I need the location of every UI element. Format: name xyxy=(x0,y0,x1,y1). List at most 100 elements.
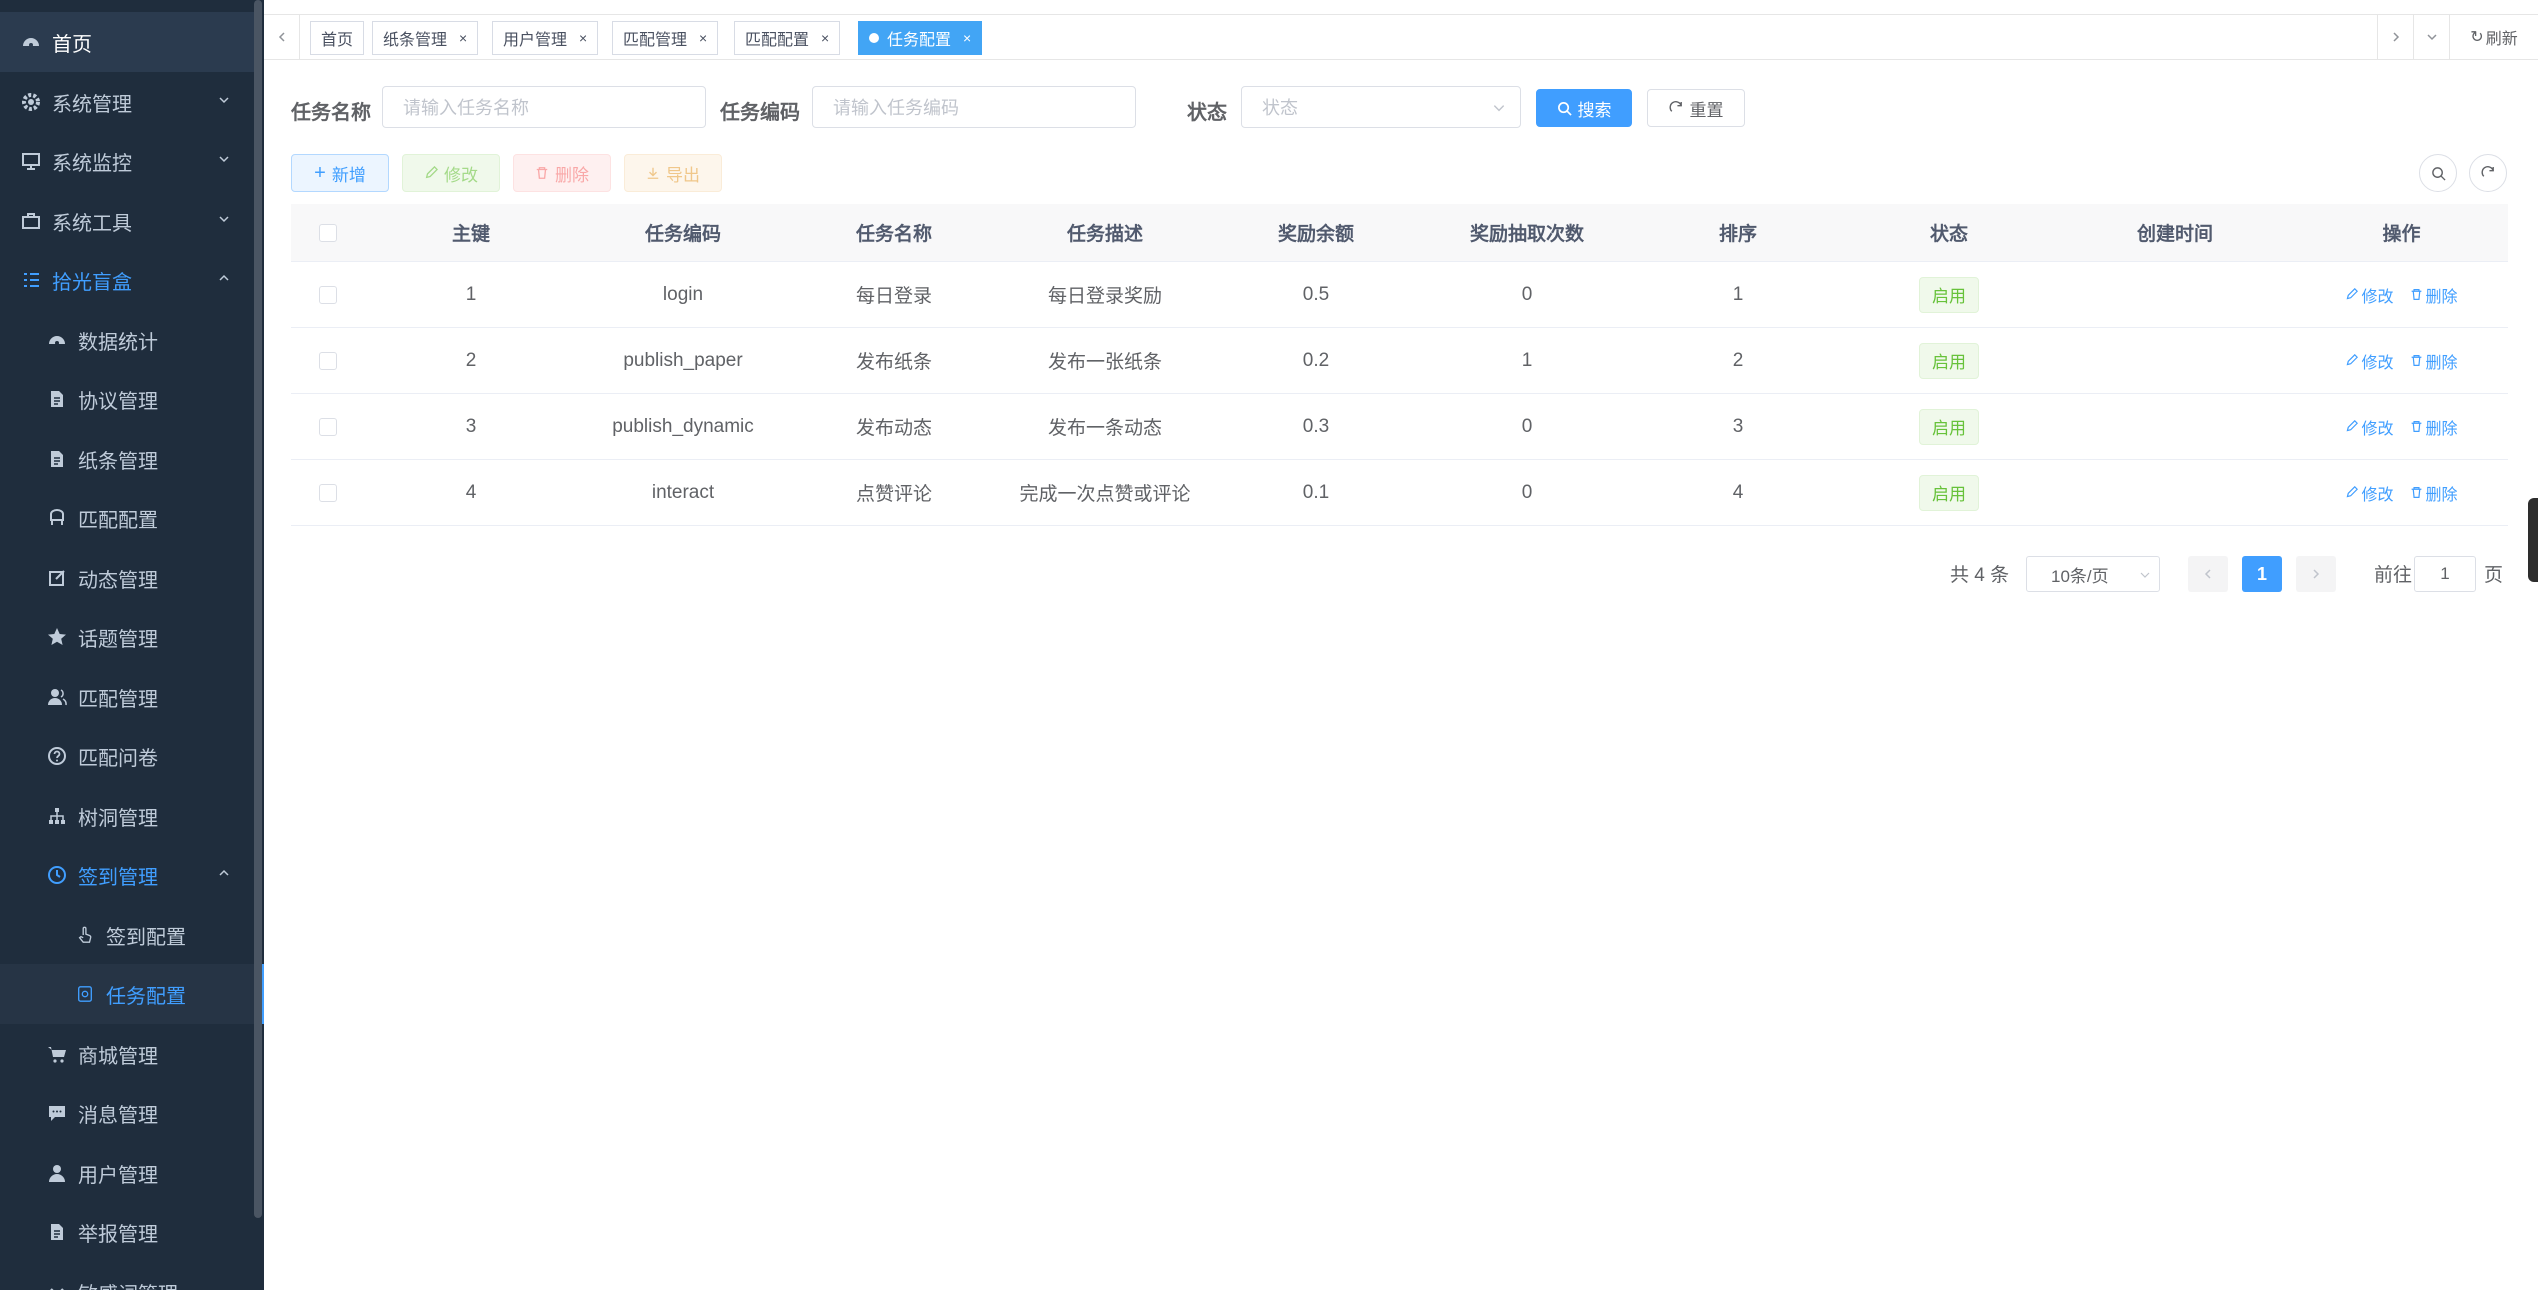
sidebar-item-signin[interactable]: 签到管理 xyxy=(0,845,256,905)
next-page-button[interactable] xyxy=(2296,556,2336,592)
page-number-current[interactable]: 1 xyxy=(2242,556,2282,592)
monitor-icon xyxy=(20,150,42,172)
tags-scroll-right[interactable] xyxy=(2377,15,2413,59)
task-code-input[interactable]: 请输入任务编码 xyxy=(812,86,1136,128)
row-delete-link[interactable]: 删除 xyxy=(2410,481,2458,505)
sidebar-item-dynamic[interactable]: 动态管理 xyxy=(0,548,256,608)
sidebar-item-match-config[interactable]: 匹配配置 xyxy=(0,488,256,548)
column-header[interactable]: 状态 xyxy=(1843,204,2055,261)
status-select[interactable]: 状态 xyxy=(1241,86,1521,128)
delete-button[interactable]: 删除 xyxy=(513,154,611,192)
row-edit-label: 修改 xyxy=(2361,486,2394,504)
search-button[interactable]: 搜索 xyxy=(1536,89,1632,127)
sidebar-item-label: 拾光盲盒 xyxy=(52,271,132,294)
column-header[interactable]: 任务编码 xyxy=(577,204,789,261)
tag-task-config[interactable]: 任务配置 × xyxy=(858,21,983,55)
row-delete-link[interactable]: 删除 xyxy=(2410,283,2458,307)
close-icon[interactable]: × xyxy=(821,30,829,46)
column-header[interactable]: 任务名称 xyxy=(789,204,999,261)
cell-actions: 修改 删除 xyxy=(2295,328,2508,393)
refresh-table-button[interactable] xyxy=(2469,154,2507,192)
row-checkbox[interactable] xyxy=(319,351,337,370)
sidebar-item-blindbox[interactable]: 拾光盲盒 xyxy=(0,250,256,310)
sidebar-item-signin-config[interactable]: 签到配置 xyxy=(0,905,256,965)
gear-icon xyxy=(20,91,42,113)
sidebar-item-tools[interactable]: 系统工具 xyxy=(0,191,256,251)
sidebar-item-sensitive-words[interactable]: 敏感词管理 xyxy=(0,1262,256,1290)
tag-paper[interactable]: 纸条管理 × xyxy=(372,21,479,55)
add-button[interactable]: + 新增 xyxy=(291,154,389,192)
cell-code: publish_dynamic xyxy=(612,415,754,437)
table-row[interactable]: 1 login 每日登录 每日登录奖励 0.5 0 1 启用 修改 删除 xyxy=(291,262,2508,328)
add-button-label: 新增 xyxy=(331,165,366,185)
close-icon[interactable]: × xyxy=(963,30,971,46)
cell-code: login xyxy=(662,283,704,305)
sidebar-item-statistics[interactable]: 数据统计 xyxy=(0,310,256,370)
column-header[interactable]: 主键 xyxy=(365,204,577,261)
sidebar-item-label: 树洞管理 xyxy=(78,807,158,830)
column-header[interactable]: 奖励余额 xyxy=(1211,204,1421,261)
sidebar-item-topic[interactable]: 话题管理 xyxy=(0,607,256,667)
row-checkbox[interactable] xyxy=(319,285,337,304)
close-icon[interactable]: × xyxy=(699,30,707,46)
cart-icon xyxy=(46,1043,68,1065)
export-button[interactable]: 导出 xyxy=(624,154,722,192)
sidebar-item-message[interactable]: 消息管理 xyxy=(0,1083,256,1143)
sidebar-item-questionnaire[interactable]: 匹配问卷 xyxy=(0,726,256,786)
row-edit-link[interactable]: 修改 xyxy=(2345,349,2394,373)
sidebar-item-report[interactable]: 举报管理 xyxy=(0,1202,256,1262)
chair-icon xyxy=(46,507,68,529)
tags-scroll-left[interactable] xyxy=(264,15,300,59)
close-icon[interactable]: × xyxy=(579,30,587,46)
reset-button[interactable]: 重置 xyxy=(1647,89,1745,127)
cell-draws: 0 xyxy=(1521,415,1533,437)
sidebar-scrollbar[interactable] xyxy=(254,0,262,1218)
chevron-down-icon xyxy=(219,97,229,104)
row-delete-link[interactable]: 删除 xyxy=(2410,415,2458,439)
column-header[interactable]: 创建时间 xyxy=(2055,204,2295,261)
tag-home[interactable]: 首页 xyxy=(310,21,365,55)
table-row[interactable]: 4 interact 点赞评论 完成一次点赞或评论 0.1 0 4 启用 修改 … xyxy=(291,460,2508,526)
sidebar-item-home[interactable]: 首页 xyxy=(0,12,256,72)
sidebar-item-match-manage[interactable]: 匹配管理 xyxy=(0,667,256,727)
floating-edge-widget[interactable] xyxy=(2528,498,2538,582)
tag-match-manage[interactable]: 匹配管理 × xyxy=(612,21,719,55)
sidebar-item-treehole[interactable]: 树洞管理 xyxy=(0,786,256,846)
goto-page-input[interactable]: 1 xyxy=(2414,556,2476,592)
edit-button[interactable]: 修改 xyxy=(402,154,500,192)
row-checkbox[interactable] xyxy=(319,483,337,502)
close-icon[interactable]: × xyxy=(459,30,467,46)
tag-users[interactable]: 用户管理 × xyxy=(492,21,599,55)
table-row[interactable]: 3 publish_dynamic 发布动态 发布一条动态 0.3 0 3 启用… xyxy=(291,394,2508,460)
page-size-select[interactable]: 10条/页 xyxy=(2026,556,2160,592)
row-edit-link[interactable]: 修改 xyxy=(2345,415,2394,439)
status-label: 状态 xyxy=(1187,102,1227,124)
sidebar-item-task-config[interactable]: 任务配置 xyxy=(0,964,264,1024)
toggle-search-button[interactable] xyxy=(2419,154,2457,192)
row-edit-link[interactable]: 修改 xyxy=(2345,481,2394,505)
row-delete-link[interactable]: 删除 xyxy=(2410,349,2458,373)
cell-created xyxy=(2055,328,2295,393)
sidebar-item-users[interactable]: 用户管理 xyxy=(0,1143,256,1203)
column-header[interactable]: 排序 xyxy=(1633,204,1843,261)
tags-dropdown[interactable] xyxy=(2413,15,2449,59)
sidebar-item-monitor[interactable]: 系统监控 xyxy=(0,131,256,191)
column-header[interactable]: 奖励抽取次数 xyxy=(1421,204,1633,261)
question-icon xyxy=(46,745,68,767)
cell-name: 发布动态 xyxy=(855,418,932,439)
refresh-button[interactable]: ↻ 刷新 xyxy=(2449,15,2538,59)
sidebar-item-system[interactable]: 系统管理 xyxy=(0,72,256,132)
task-name-input[interactable]: 请输入任务名称 xyxy=(382,86,706,128)
row-edit-link[interactable]: 修改 xyxy=(2345,283,2394,307)
download-icon xyxy=(647,167,659,179)
table-row[interactable]: 2 publish_paper 发布纸条 发布一张纸条 0.2 1 2 启用 修… xyxy=(291,328,2508,394)
tag-match-config[interactable]: 匹配配置 × xyxy=(734,21,841,55)
column-header[interactable]: 任务描述 xyxy=(999,204,1211,261)
sidebar-item-paper[interactable]: 纸条管理 xyxy=(0,429,256,489)
sidebar-item-mall[interactable]: 商城管理 xyxy=(0,1024,256,1084)
row-checkbox[interactable] xyxy=(319,417,337,436)
prev-page-button[interactable] xyxy=(2188,556,2228,592)
select-all-cell xyxy=(291,204,365,261)
sidebar-item-agreement[interactable]: 协议管理 xyxy=(0,369,256,429)
select-all-checkbox[interactable] xyxy=(319,223,337,242)
